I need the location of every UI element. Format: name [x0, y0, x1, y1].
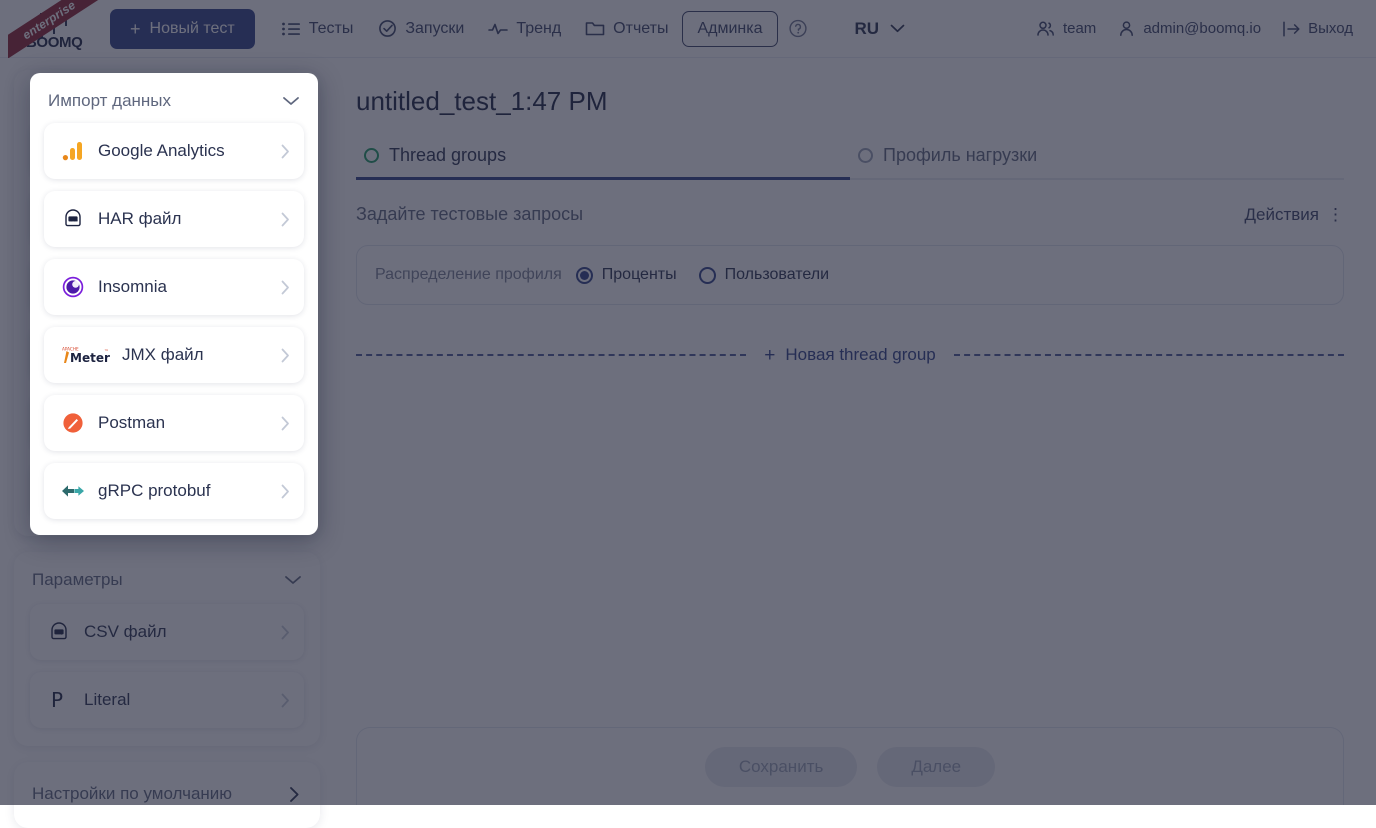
modal-options-list: Google Analytics HAR HAR файл Insomnia	[44, 123, 304, 519]
har-file-icon: HAR	[60, 206, 86, 232]
modal-option-label: Insomnia	[98, 277, 281, 297]
svg-text:™: ™	[104, 349, 109, 355]
chevron-right-icon	[281, 144, 290, 159]
modal-option-postman[interactable]: Postman	[44, 395, 304, 451]
modal-header[interactable]: Импорт данных	[44, 87, 304, 123]
chevron-right-icon	[281, 280, 290, 295]
svg-text:HAR: HAR	[69, 217, 77, 221]
modal-option-label: Google Analytics	[98, 141, 281, 161]
chevron-right-icon	[281, 416, 290, 431]
google-analytics-icon	[60, 138, 86, 164]
import-data-modal: Импорт данных Google Analytics HAR HAR ф…	[30, 73, 318, 535]
modal-option-google-analytics[interactable]: Google Analytics	[44, 123, 304, 179]
insomnia-icon	[60, 274, 86, 300]
chevron-right-icon	[281, 348, 290, 363]
modal-option-har-file[interactable]: HAR HAR файл	[44, 191, 304, 247]
modal-title: Импорт данных	[48, 91, 171, 111]
modal-option-insomnia[interactable]: Insomnia	[44, 259, 304, 315]
modal-option-label: HAR файл	[98, 209, 281, 229]
chevron-right-icon	[281, 212, 290, 227]
modal-option-label: Postman	[98, 413, 281, 433]
modal-option-jmx-file[interactable]: APACHEMeter™ JMX файл	[44, 327, 304, 383]
chevron-right-icon	[281, 484, 290, 499]
modal-option-label: JMX файл	[122, 345, 281, 365]
chevron-down-icon[interactable]	[282, 96, 300, 106]
postman-icon	[60, 410, 86, 436]
grpc-icon	[60, 478, 86, 504]
modal-option-label: gRPC protobuf	[98, 481, 281, 501]
jmeter-icon: APACHEMeter™	[60, 342, 110, 368]
modal-option-grpc-protobuf[interactable]: gRPC protobuf	[44, 463, 304, 519]
